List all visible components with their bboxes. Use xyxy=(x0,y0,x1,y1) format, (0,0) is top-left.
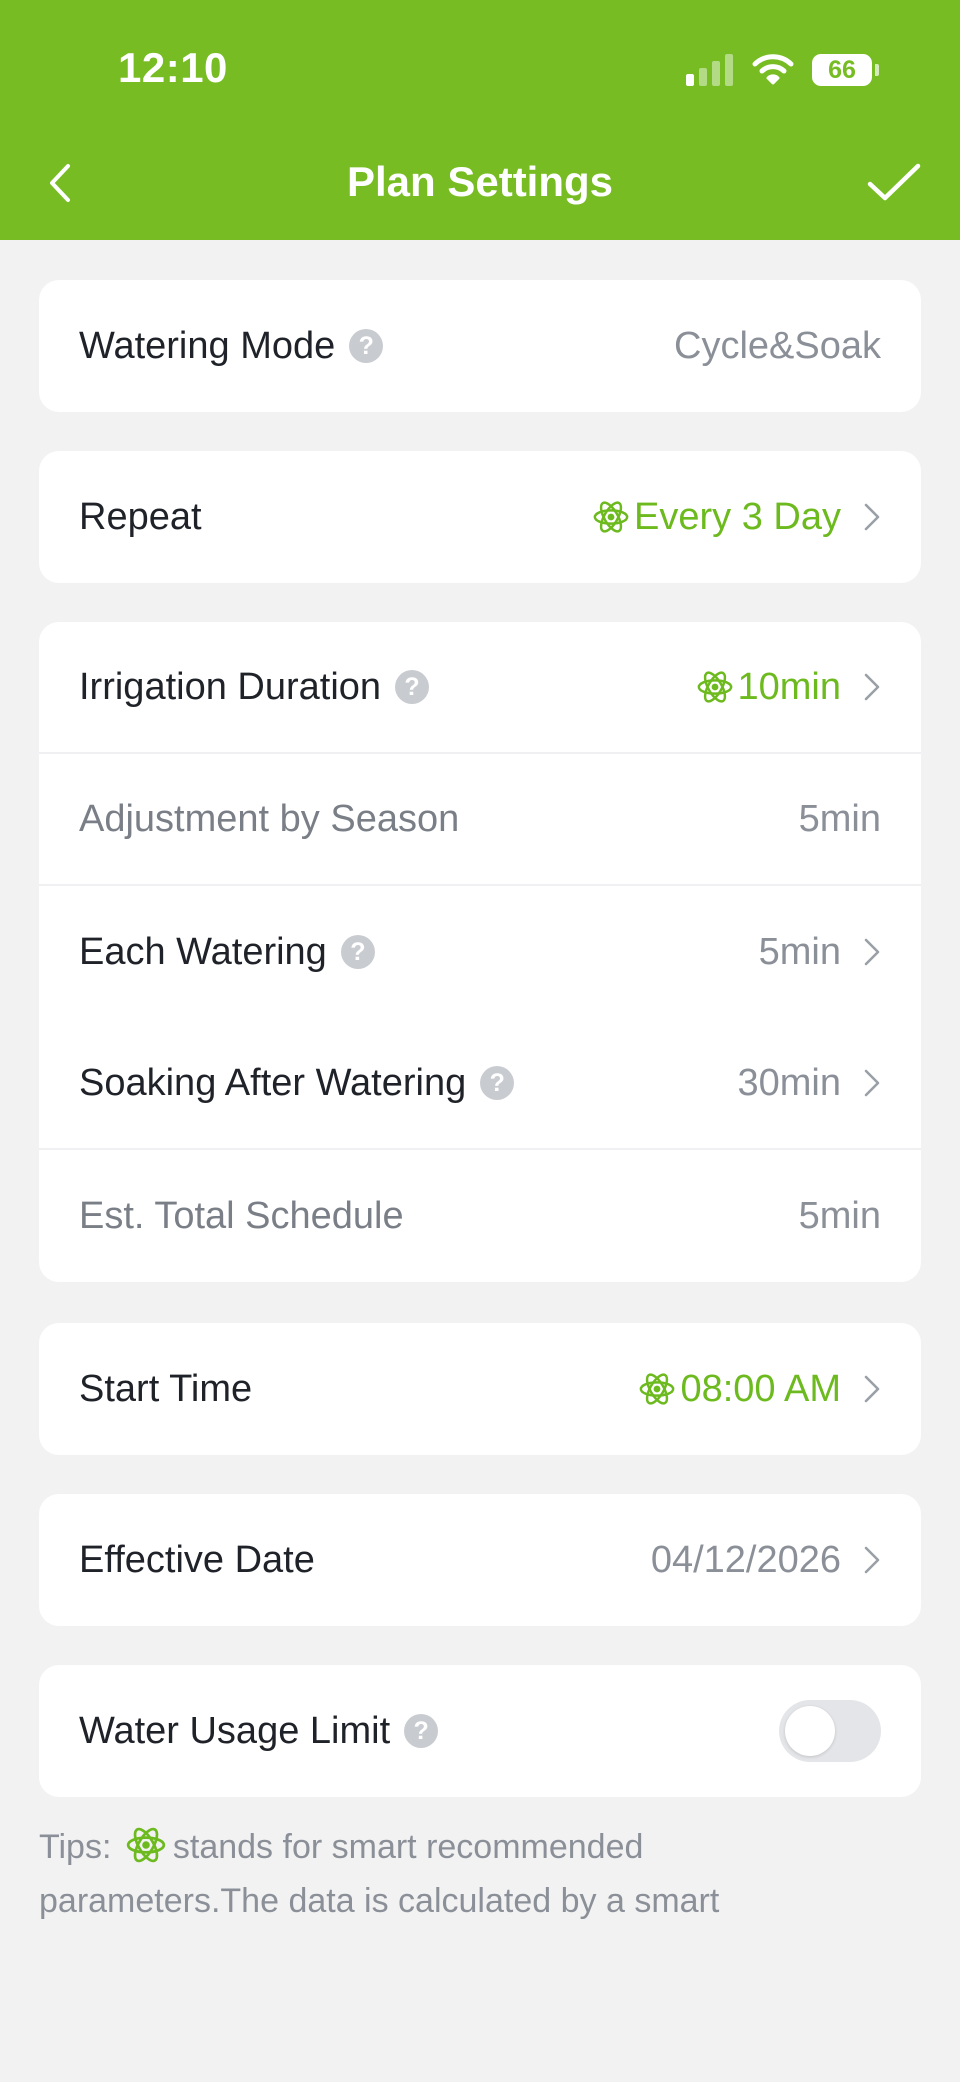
start-time-row[interactable]: Start Time 08:00 AM xyxy=(39,1323,921,1455)
help-icon[interactable]: ? xyxy=(480,1066,515,1100)
chevron-right-icon xyxy=(863,672,881,702)
chevron-right-icon xyxy=(863,1374,881,1404)
page-title: Plan Settings xyxy=(346,158,614,205)
adjustment-by-season-label: Adjustment by Season xyxy=(79,797,460,840)
repeat-card: Repeat Every 3 Day xyxy=(39,451,921,583)
effective-date-label: Effective Date xyxy=(79,1538,315,1581)
toggle-knob xyxy=(785,1706,835,1756)
each-watering-label: Each Watering xyxy=(79,930,327,973)
soaking-after-watering-value: 30min xyxy=(737,1061,842,1104)
irrigation-duration-value: 10min xyxy=(737,665,842,708)
water-usage-limit-row: Water Usage Limit ? xyxy=(39,1665,921,1797)
tips-prefix: Tips: xyxy=(39,1828,112,1866)
each-watering-value: 5min xyxy=(758,930,841,973)
adjustment-by-season-value: 5min xyxy=(798,797,881,840)
effective-date-value: 04/12/2026 xyxy=(650,1538,841,1581)
smart-atom-icon xyxy=(638,1370,676,1408)
est-total-schedule-row: Est. Total Schedule 5min xyxy=(39,1150,921,1282)
repeat-value: Every 3 Day xyxy=(634,495,841,538)
help-icon[interactable]: ? xyxy=(404,1714,439,1748)
chevron-right-icon xyxy=(863,1068,881,1098)
top-bar: 12:10 66 Plan Settings xyxy=(0,0,960,240)
start-time-card: Start Time 08:00 AM xyxy=(39,1323,921,1455)
help-icon[interactable]: ? xyxy=(340,935,375,969)
help-icon[interactable]: ? xyxy=(349,329,384,363)
smart-atom-icon xyxy=(592,498,630,536)
irrigation-duration-label: Irrigation Duration xyxy=(79,665,382,708)
each-watering-row[interactable]: Each Watering ? 5min xyxy=(39,886,921,1018)
chevron-right-icon xyxy=(863,1545,881,1575)
water-usage-limit-label: Water Usage Limit xyxy=(79,1709,391,1752)
soaking-after-watering-label: Soaking After Watering xyxy=(79,1061,467,1104)
effective-date-row[interactable]: Effective Date 04/12/2026 xyxy=(39,1494,921,1626)
watering-mode-value: Cycle&Soak xyxy=(674,324,881,367)
checkmark-icon[interactable] xyxy=(866,160,922,206)
tips-text: Tips: stands for smart recommended param… xyxy=(39,1820,889,1962)
smart-atom-icon xyxy=(125,1824,167,1866)
cellular-signal-icon xyxy=(686,54,734,86)
wifi-icon xyxy=(752,54,794,85)
status-time: 12:10 xyxy=(118,44,228,91)
irrigation-card: Irrigation Duration ? 10min Adjustment b… xyxy=(39,622,921,1282)
smart-atom-icon xyxy=(696,668,734,706)
watering-mode-label: Watering Mode xyxy=(79,324,336,367)
start-time-label: Start Time xyxy=(79,1367,253,1410)
est-total-schedule-label: Est. Total Schedule xyxy=(79,1194,404,1237)
repeat-label: Repeat xyxy=(79,495,202,538)
water-usage-limit-toggle[interactable] xyxy=(779,1700,881,1762)
soaking-after-watering-row[interactable]: Soaking After Watering ? 30min xyxy=(39,1018,921,1150)
chevron-right-icon xyxy=(863,937,881,967)
watering-mode-card: Watering Mode ? Cycle&Soak xyxy=(39,280,921,412)
effective-date-card: Effective Date 04/12/2026 xyxy=(39,1494,921,1626)
adjustment-by-season-row: Adjustment by Season 5min xyxy=(39,754,921,886)
water-usage-limit-card: Water Usage Limit ? xyxy=(39,1665,921,1797)
repeat-row[interactable]: Repeat Every 3 Day xyxy=(39,451,921,583)
watering-mode-row: Watering Mode ? Cycle&Soak xyxy=(39,280,921,412)
help-icon[interactable]: ? xyxy=(395,670,430,704)
battery-cap xyxy=(875,64,879,76)
est-total-schedule-value: 5min xyxy=(798,1194,881,1237)
irrigation-duration-row[interactable]: Irrigation Duration ? 10min xyxy=(39,622,921,754)
battery-indicator: 66 xyxy=(812,54,872,86)
start-time-value: 08:00 AM xyxy=(680,1367,841,1410)
chevron-right-icon xyxy=(863,502,881,532)
